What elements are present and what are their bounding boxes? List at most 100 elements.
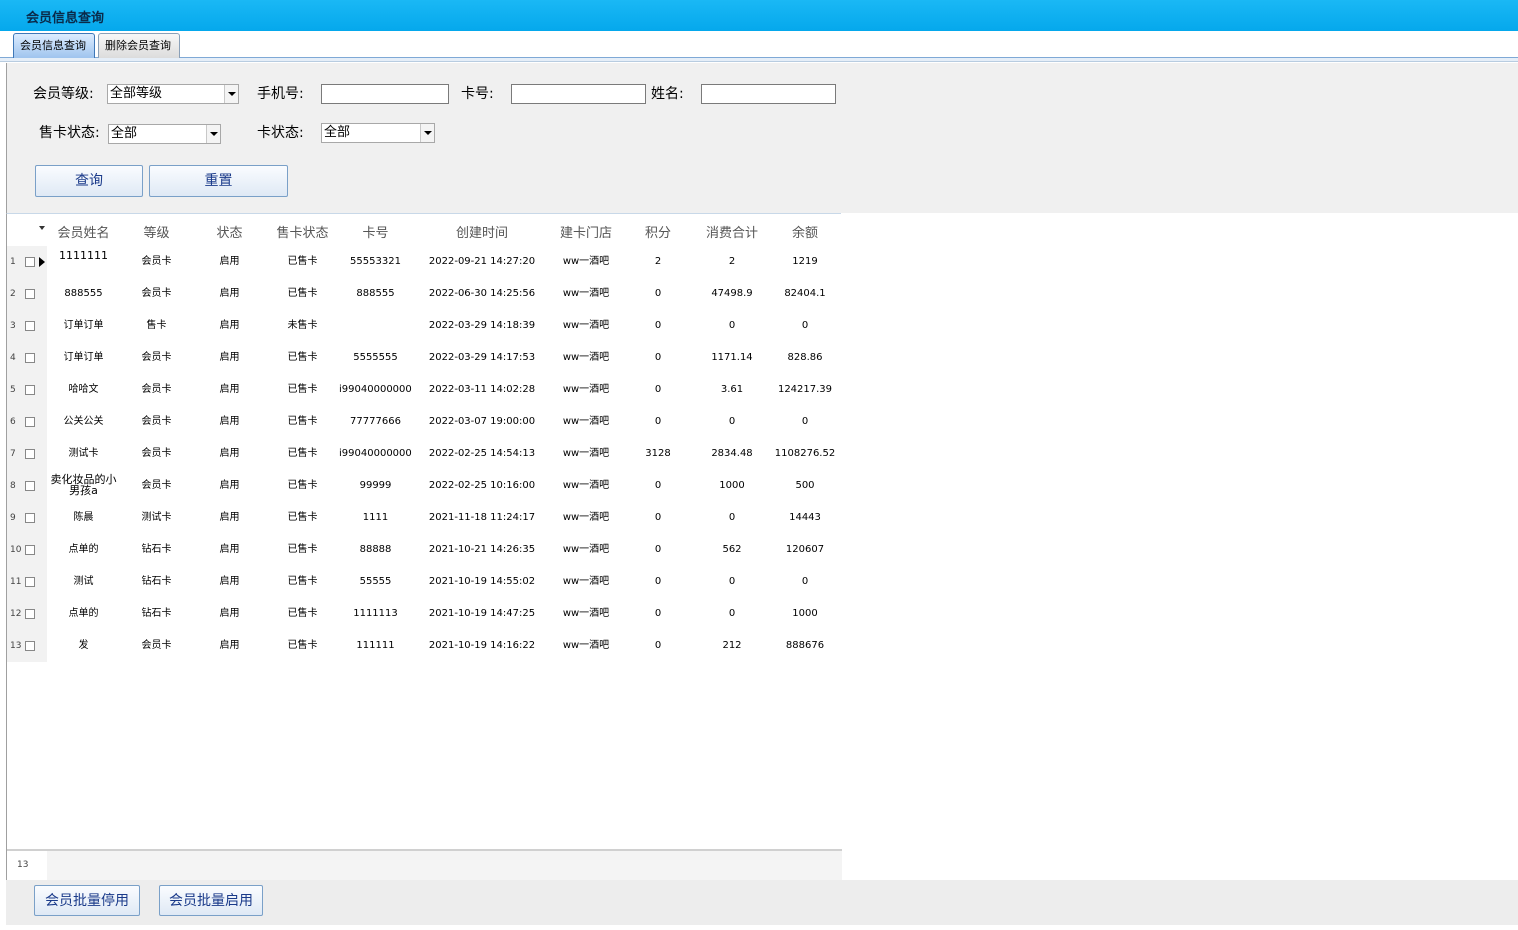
card-number-cell[interactable]: 77777666 xyxy=(339,406,412,438)
points-cell[interactable]: 0 xyxy=(620,374,696,406)
sale-status-cell[interactable]: 已售卡 xyxy=(266,278,339,310)
points-cell[interactable]: 0 xyxy=(620,566,696,598)
store-cell[interactable]: ww一酒吧 xyxy=(552,310,620,342)
status-cell[interactable]: 启用 xyxy=(193,310,266,342)
card-number-cell[interactable]: 55553321 xyxy=(339,246,412,278)
card-status-select[interactable]: 全部 xyxy=(321,123,435,143)
phone-input[interactable] xyxy=(321,84,449,104)
created-time-cell[interactable]: 2021-10-19 14:47:25 xyxy=(412,598,552,630)
sale-status-cell[interactable]: 未售卡 xyxy=(266,310,339,342)
row-header[interactable]: 9 xyxy=(7,502,47,534)
store-cell[interactable]: ww一酒吧 xyxy=(552,438,620,470)
total-spent-cell[interactable]: 3.61 xyxy=(696,374,768,406)
points-cell[interactable]: 0 xyxy=(620,470,696,502)
row-checkbox[interactable] xyxy=(25,545,35,555)
row-checkbox[interactable] xyxy=(25,641,35,651)
tab-member-query[interactable]: 会员信息查询 xyxy=(13,33,95,58)
total-spent-cell[interactable]: 2 xyxy=(696,246,768,278)
created-time-cell[interactable]: 2022-09-21 14:27:20 xyxy=(412,246,552,278)
total-spent-cell[interactable]: 2834.48 xyxy=(696,438,768,470)
status-cell[interactable]: 启用 xyxy=(193,406,266,438)
column-header[interactable]: 积分 xyxy=(620,222,696,241)
card-number-cell[interactable]: 88888 xyxy=(339,534,412,566)
level-cell[interactable]: 测试卡 xyxy=(120,502,193,534)
sale-status-cell[interactable]: 已售卡 xyxy=(266,438,339,470)
level-cell[interactable]: 会员卡 xyxy=(120,438,193,470)
balance-cell[interactable]: 1108276.52 xyxy=(768,438,842,470)
card-number-cell[interactable]: 1111113 xyxy=(339,598,412,630)
chevron-down-icon[interactable] xyxy=(224,85,238,103)
row-header[interactable]: 5 xyxy=(7,374,47,406)
balance-cell[interactable]: 888676 xyxy=(768,630,842,662)
points-cell[interactable]: 2 xyxy=(620,246,696,278)
column-header[interactable]: 售卡状态 xyxy=(266,222,339,241)
row-header[interactable]: 12 xyxy=(7,598,47,630)
level-cell[interactable]: 钻石卡 xyxy=(120,598,193,630)
sale-status-cell[interactable]: 已售卡 xyxy=(266,374,339,406)
status-cell[interactable]: 启用 xyxy=(193,342,266,374)
created-time-cell[interactable]: 2021-11-18 11:24:17 xyxy=(412,502,552,534)
batch-disable-button[interactable]: 会员批量停用 xyxy=(34,885,140,916)
column-header[interactable]: 建卡门店 xyxy=(552,222,620,241)
card-number-cell[interactable]: i990400000000 xyxy=(339,374,412,406)
level-cell[interactable]: 钻石卡 xyxy=(120,534,193,566)
balance-cell[interactable]: 828.86 xyxy=(768,342,842,374)
row-header[interactable]: 1 xyxy=(7,246,47,278)
created-time-cell[interactable]: 2022-03-11 14:02:28 xyxy=(412,374,552,406)
column-header[interactable]: 等级 xyxy=(120,222,193,241)
store-cell[interactable]: ww一酒吧 xyxy=(552,630,620,662)
balance-cell[interactable]: 124217.39 xyxy=(768,374,842,406)
member-name-cell[interactable]: 公关公关 xyxy=(47,406,120,438)
level-cell[interactable]: 钻石卡 xyxy=(120,566,193,598)
store-cell[interactable]: ww一酒吧 xyxy=(552,374,620,406)
card-number-cell[interactable]: 5555555 xyxy=(339,342,412,374)
level-cell[interactable]: 会员卡 xyxy=(120,246,193,278)
table-row[interactable]: 12 点单的 钻石卡 启用 已售卡 1111113 2021-10-19 14:47:25 w… xyxy=(7,598,842,630)
row-header[interactable]: 4 xyxy=(7,342,47,374)
row-checkbox[interactable] xyxy=(25,513,35,523)
status-cell[interactable]: 启用 xyxy=(193,246,266,278)
member-name-cell[interactable]: 订单订单 xyxy=(47,342,120,374)
row-checkbox[interactable] xyxy=(25,321,35,331)
points-cell[interactable]: 0 xyxy=(620,598,696,630)
row-checkbox[interactable] xyxy=(25,385,35,395)
table-row[interactable]: 2 888555 会员卡 启用 已售卡 888555 2022-06-30 14:25:56… xyxy=(7,278,842,310)
table-row[interactable]: 1 1111111 会员卡 启用 已售卡 55553321 2022-09-21 14:27… xyxy=(7,246,842,278)
row-checkbox[interactable] xyxy=(25,289,35,299)
balance-cell[interactable]: 1000 xyxy=(768,598,842,630)
store-cell[interactable]: ww一酒吧 xyxy=(552,406,620,438)
created-time-cell[interactable]: 2022-02-25 14:54:13 xyxy=(412,438,552,470)
store-cell[interactable]: ww一酒吧 xyxy=(552,278,620,310)
created-time-cell[interactable]: 2022-02-25 10:16:00 xyxy=(412,470,552,502)
member-name-cell[interactable]: 888555 xyxy=(47,278,120,310)
sale-status-cell[interactable]: 已售卡 xyxy=(266,534,339,566)
row-header[interactable]: 8 xyxy=(7,470,47,502)
total-spent-cell[interactable]: 0 xyxy=(696,310,768,342)
balance-cell[interactable]: 0 xyxy=(768,566,842,598)
row-checkbox[interactable] xyxy=(25,449,35,459)
column-header[interactable]: 余额 xyxy=(768,222,842,241)
name-input[interactable] xyxy=(701,84,836,104)
level-cell[interactable]: 售卡 xyxy=(120,310,193,342)
total-spent-cell[interactable]: 1000 xyxy=(696,470,768,502)
created-time-cell[interactable]: 2022-03-29 14:18:39 xyxy=(412,310,552,342)
sale-status-cell[interactable]: 已售卡 xyxy=(266,566,339,598)
card-number-cell[interactable]: 99999 xyxy=(339,470,412,502)
level-cell[interactable]: 会员卡 xyxy=(120,374,193,406)
total-spent-cell[interactable]: 0 xyxy=(696,502,768,534)
row-header[interactable]: 6 xyxy=(7,406,47,438)
member-name-cell[interactable]: 订单订单 xyxy=(47,310,120,342)
sale-status-cell[interactable]: 已售卡 xyxy=(266,406,339,438)
column-header[interactable]: 卡号 xyxy=(339,222,412,241)
status-cell[interactable]: 启用 xyxy=(193,438,266,470)
chevron-down-icon[interactable] xyxy=(420,124,434,142)
card-number-cell[interactable]: 55555 xyxy=(339,566,412,598)
points-cell[interactable]: 0 xyxy=(620,630,696,662)
balance-cell[interactable]: 120607 xyxy=(768,534,842,566)
member-name-cell[interactable]: 点单的 xyxy=(47,598,120,630)
created-time-cell[interactable]: 2022-06-30 14:25:56 xyxy=(412,278,552,310)
balance-cell[interactable]: 82404.1 xyxy=(768,278,842,310)
table-row[interactable]: 13 发会员卡 启用 已售卡 111111 2021-10-19 14:16:22 ww一酒… xyxy=(7,630,842,662)
status-cell[interactable]: 启用 xyxy=(193,566,266,598)
column-header[interactable]: 会员姓名 xyxy=(47,222,120,241)
